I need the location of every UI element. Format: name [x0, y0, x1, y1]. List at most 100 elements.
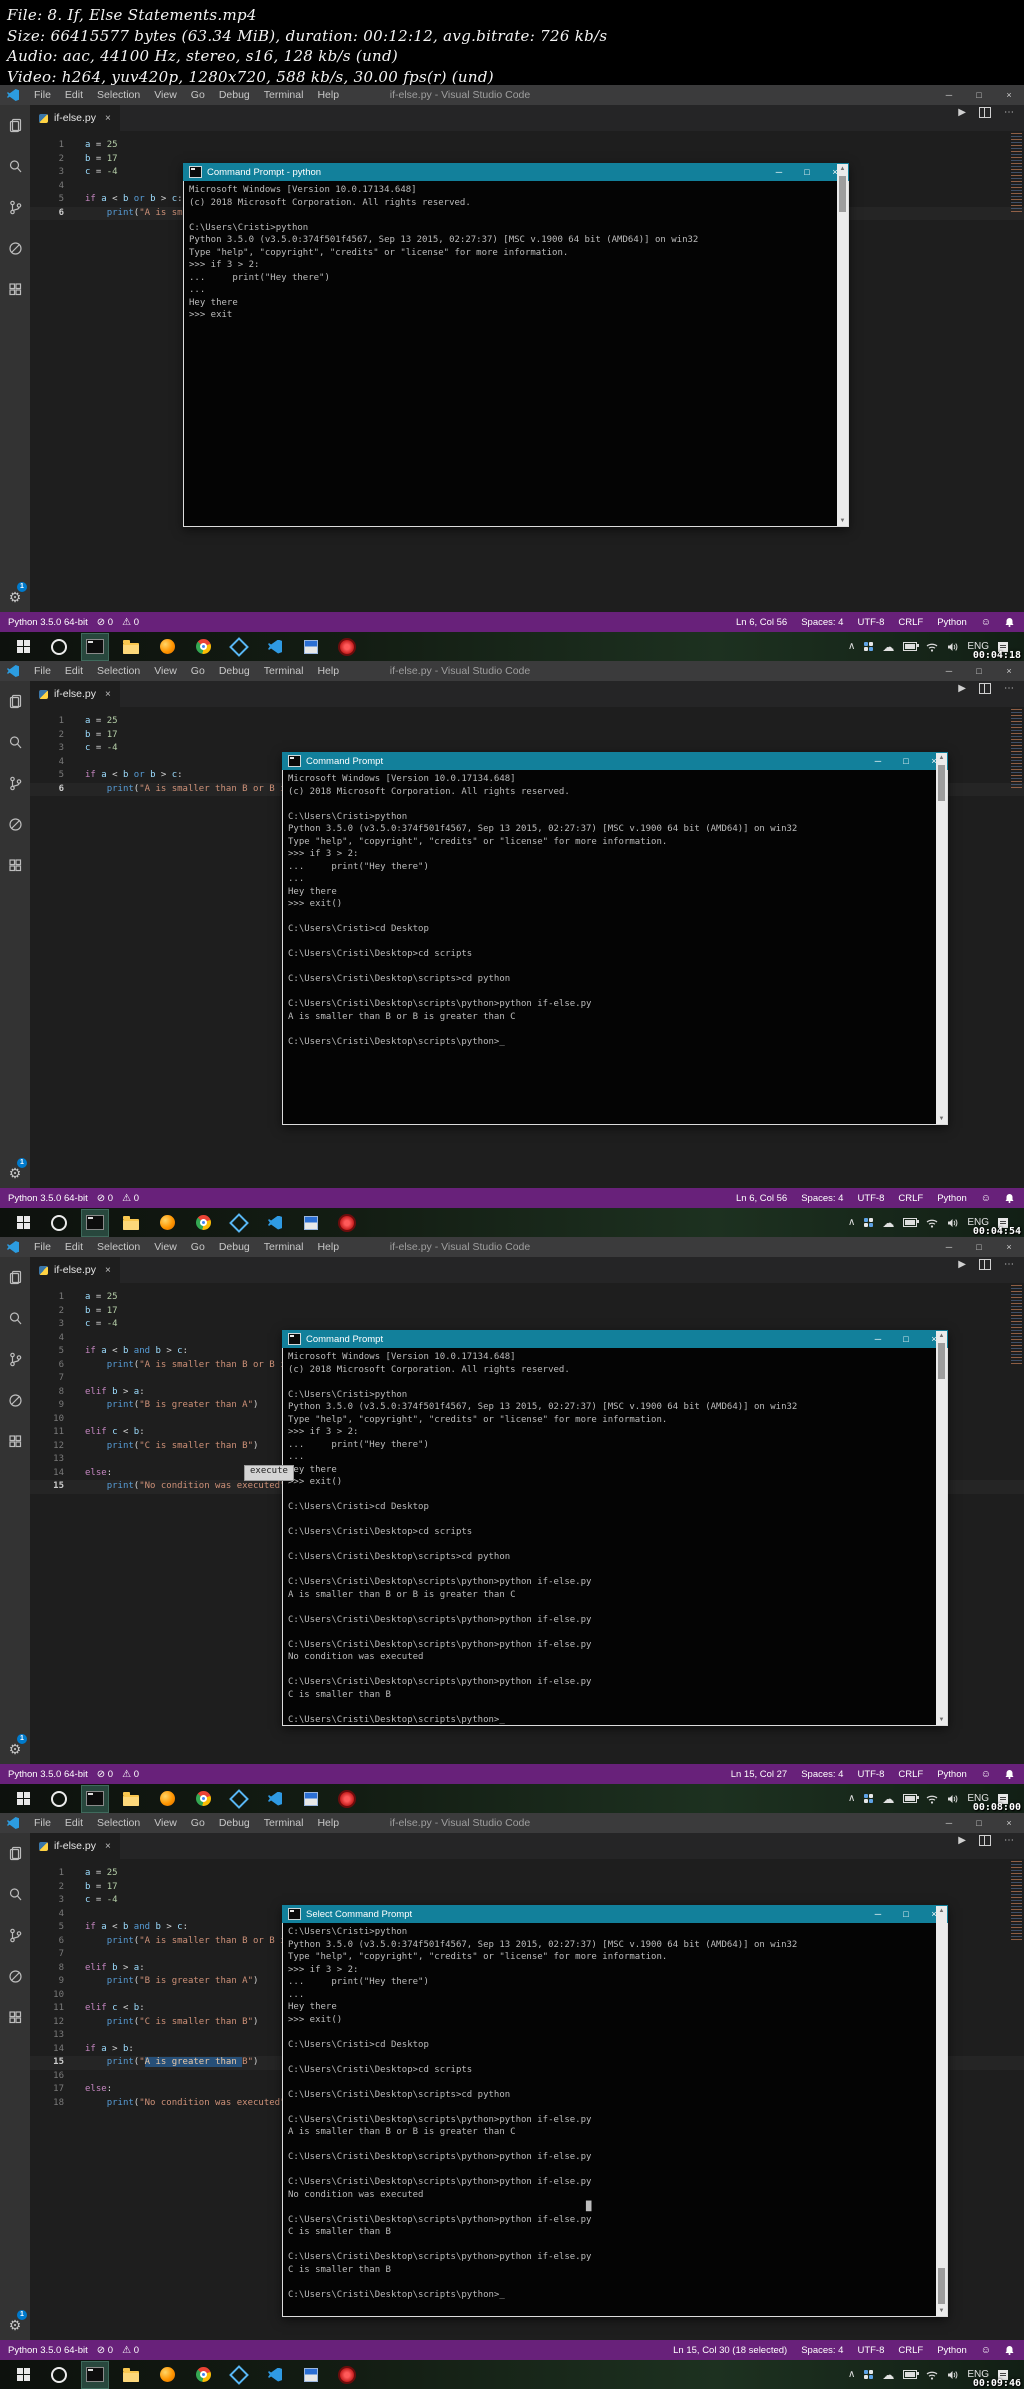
start-button[interactable] [10, 1210, 36, 1236]
status-item[interactable]: Spaces: 4 [801, 2345, 843, 2356]
menu-item[interactable]: View [147, 665, 184, 677]
maximize-icon[interactable]: □ [964, 85, 994, 105]
menu-item[interactable]: View [147, 89, 184, 101]
extensions-icon[interactable] [0, 845, 30, 886]
cursor-position-status[interactable]: Ln 6, Col 56 [736, 1193, 787, 1204]
scroll-up-icon[interactable]: ▲ [936, 1906, 947, 1916]
wifi-icon[interactable] [926, 2370, 938, 2380]
settings-gear-icon[interactable]: ⚙ 1 [0, 1158, 30, 1185]
debug-icon[interactable] [0, 804, 30, 845]
status-item[interactable]: UTF-8 [857, 617, 884, 628]
tray-chevron-icon[interactable]: ∧ [848, 1217, 855, 1228]
scroll-down-icon[interactable]: ▼ [936, 1114, 947, 1124]
minimap[interactable] [1011, 709, 1022, 789]
warnings-status[interactable]: ⚠ 0 [122, 1769, 139, 1780]
menu-item[interactable]: File [27, 89, 58, 101]
menu-item[interactable]: Edit [58, 665, 90, 677]
tab-close-icon[interactable]: × [105, 1841, 111, 1852]
menu-item[interactable]: Go [184, 89, 212, 101]
minimap[interactable] [1011, 1861, 1022, 1941]
more-actions-icon[interactable]: ⋯ [1004, 1835, 1014, 1846]
tab-if-else-py[interactable]: if-else.py × [30, 1257, 120, 1283]
cmd-minimize-icon[interactable]: ─ [864, 1905, 892, 1923]
errors-status[interactable]: ⊘ 0 [97, 2345, 113, 2356]
taskbar-floppy-app[interactable] [298, 2362, 324, 2388]
command-prompt-titlebar[interactable]: Command Prompt - python ─ □ × [183, 163, 849, 181]
command-prompt-window[interactable]: Command Prompt - python ─ □ × Microsoft … [183, 163, 849, 527]
run-icon[interactable]: ▶ [958, 107, 966, 118]
status-item[interactable]: CRLF [898, 617, 923, 628]
status-item[interactable]: Spaces: 4 [801, 1769, 843, 1780]
settings-gear-icon[interactable]: ⚙ 1 [0, 582, 30, 609]
source-control-icon[interactable] [0, 1915, 30, 1956]
defender-dots-icon[interactable] [864, 1794, 874, 1803]
taskbar-file-explorer[interactable] [118, 1786, 144, 1812]
command-prompt-titlebar[interactable]: Select Command Prompt ─ □ × [282, 1905, 948, 1923]
wifi-icon[interactable] [926, 642, 938, 652]
source-control-icon[interactable] [0, 187, 30, 228]
minimize-icon[interactable]: ─ [934, 661, 964, 681]
command-prompt-window[interactable]: Select Command Prompt ─ □ × C:\Users\Cri… [282, 1905, 948, 2317]
minimize-icon[interactable]: ─ [934, 85, 964, 105]
tab-close-icon[interactable]: × [105, 689, 111, 700]
taskbar-floppy-app[interactable] [298, 1786, 324, 1812]
menu-item[interactable]: Edit [58, 1241, 90, 1253]
scroll-up-icon[interactable]: ▲ [837, 164, 848, 174]
feedback-smiley-icon[interactable]: ☺ [981, 1769, 991, 1780]
taskbar-cube-app[interactable] [226, 2362, 252, 2388]
scrollbar-thumb[interactable] [938, 765, 945, 801]
taskbar-command-prompt[interactable] [81, 2360, 109, 2389]
battery-icon[interactable] [903, 1218, 920, 1227]
python-interpreter-status[interactable]: Python 3.5.0 64-bit [8, 2345, 88, 2356]
menu-item[interactable]: Selection [90, 1241, 147, 1253]
speaker-icon[interactable] [947, 642, 958, 652]
cortana-button[interactable] [46, 1210, 72, 1236]
taskbar-recorder[interactable] [334, 634, 360, 660]
cmd-terminal-output[interactable]: Microsoft Windows [Version 10.0.17134.64… [183, 181, 849, 527]
status-item[interactable]: UTF-8 [857, 1769, 884, 1780]
errors-status[interactable]: ⊘ 0 [97, 617, 113, 628]
command-prompt-titlebar[interactable]: Command Prompt ─ □ × [282, 1330, 948, 1348]
search-icon[interactable] [0, 1298, 30, 1339]
python-interpreter-status[interactable]: Python 3.5.0 64-bit [8, 617, 88, 628]
notifications-bell-icon[interactable] [1005, 617, 1014, 627]
menu-item[interactable]: Debug [212, 89, 257, 101]
menu-item[interactable]: File [27, 1241, 58, 1253]
minimize-icon[interactable]: ─ [934, 1813, 964, 1833]
taskbar-chrome[interactable] [190, 634, 216, 660]
search-icon[interactable] [0, 722, 30, 763]
taskbar-firefox[interactable] [154, 2362, 180, 2388]
onedrive-cloud-icon[interactable]: ☁ [882, 640, 894, 654]
explorer-icon[interactable] [0, 105, 30, 146]
command-prompt-window[interactable]: Command Prompt ─ □ × Microsoft Windows [… [282, 1330, 948, 1726]
cmd-scrollbar[interactable]: ▲ ▼ [936, 753, 947, 1124]
wifi-icon[interactable] [926, 1218, 938, 1228]
split-editor-icon[interactable] [979, 1259, 991, 1270]
scroll-up-icon[interactable]: ▲ [936, 753, 947, 763]
cursor-position-status[interactable]: Ln 6, Col 56 [736, 617, 787, 628]
cursor-position-status[interactable]: Ln 15, Col 27 [731, 1769, 788, 1780]
defender-dots-icon[interactable] [864, 1218, 874, 1227]
taskbar-recorder[interactable] [334, 1786, 360, 1812]
defender-dots-icon[interactable] [864, 2370, 874, 2379]
warnings-status[interactable]: ⚠ 0 [122, 2345, 139, 2356]
menu-item[interactable]: Selection [90, 89, 147, 101]
taskbar-chrome[interactable] [190, 1786, 216, 1812]
close-icon[interactable]: × [994, 661, 1024, 681]
wifi-icon[interactable] [926, 1794, 938, 1804]
extensions-icon[interactable] [0, 1997, 30, 2038]
onedrive-cloud-icon[interactable]: ☁ [882, 2368, 894, 2382]
explorer-icon[interactable] [0, 1833, 30, 1874]
close-icon[interactable]: × [994, 85, 1024, 105]
notifications-bell-icon[interactable] [1005, 1193, 1014, 1203]
cmd-scrollbar[interactable]: ▲ ▼ [936, 1906, 947, 2316]
taskbar-firefox[interactable] [154, 1210, 180, 1236]
feedback-smiley-icon[interactable]: ☺ [981, 1193, 991, 1204]
menu-item[interactable]: Selection [90, 1817, 147, 1829]
extensions-icon[interactable] [0, 1421, 30, 1462]
taskbar-command-prompt[interactable] [81, 1208, 109, 1237]
python-interpreter-status[interactable]: Python 3.5.0 64-bit [8, 1193, 88, 1204]
cmd-minimize-icon[interactable]: ─ [864, 1330, 892, 1348]
debug-icon[interactable] [0, 228, 30, 269]
speaker-icon[interactable] [947, 1218, 958, 1228]
